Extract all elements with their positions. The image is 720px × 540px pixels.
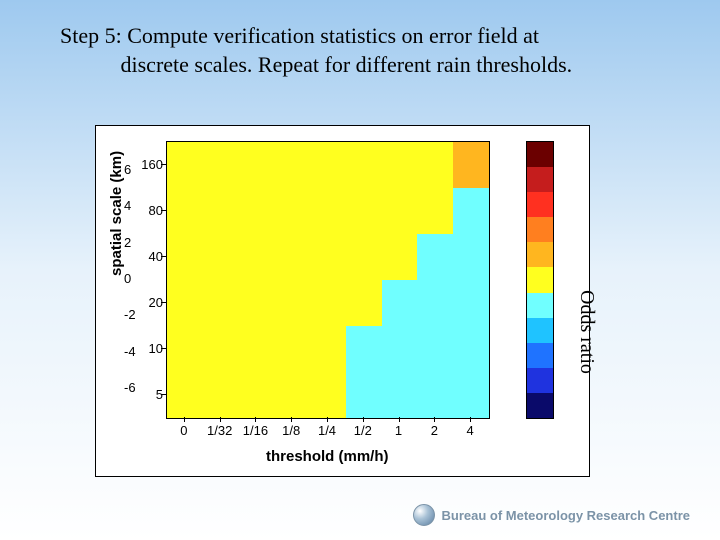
footer-text: Bureau of Meteorology Research Centre xyxy=(441,508,690,523)
x-tick: 1/2 xyxy=(354,423,372,438)
y-axis-label: spatial scale (km) xyxy=(108,151,125,276)
title-line-1: Step 5: Compute verification statistics … xyxy=(60,23,539,48)
colorbar-tick: 4 xyxy=(124,198,583,213)
x-tick: 4 xyxy=(466,423,473,438)
colorbar-tick: 6 xyxy=(124,162,583,177)
colorbar-tick: -6 xyxy=(124,380,583,395)
colorbar-side-label: Odds ratio xyxy=(575,290,598,374)
x-tick: 1/8 xyxy=(282,423,300,438)
footer: Bureau of Meteorology Research Centre xyxy=(413,504,690,526)
y-tick: 40 xyxy=(133,249,163,264)
x-tick: 0 xyxy=(180,423,187,438)
colorbar-segment xyxy=(527,393,553,418)
x-tick: 1 xyxy=(395,423,402,438)
chart-figure: spatial scale (km) threshold (mm/h) 1608… xyxy=(95,125,590,477)
x-tick: 1/16 xyxy=(243,423,268,438)
colorbar-tick: 2 xyxy=(124,235,583,250)
title-line-2: discrete scales. Repeat for different ra… xyxy=(121,52,573,77)
x-axis-label: threshold (mm/h) xyxy=(266,448,389,465)
colorbar-tick: 0 xyxy=(124,271,583,286)
slide-title: Step 5: Compute verification statistics … xyxy=(60,22,680,79)
x-tick: 1/4 xyxy=(318,423,336,438)
colorbar-tick: -4 xyxy=(124,344,583,359)
colorbar-tick: -2 xyxy=(124,307,583,322)
x-tick: 2 xyxy=(431,423,438,438)
x-tick: 1/32 xyxy=(207,423,232,438)
bom-logo-icon xyxy=(413,504,435,526)
